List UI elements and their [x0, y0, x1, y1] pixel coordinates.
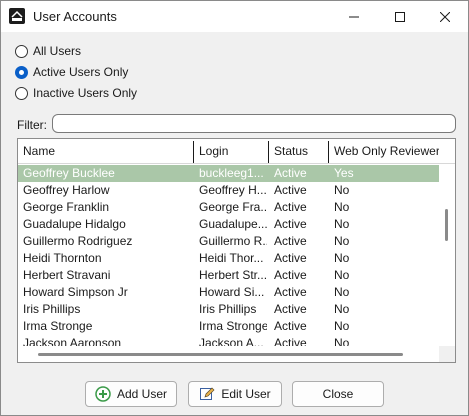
cell-login: Heidi Thor...: [199, 251, 264, 265]
users-grid[interactable]: Name Login Status Web Only Reviewer Geof…: [17, 138, 456, 363]
cell-name: Guillermo Rodriguez: [23, 234, 133, 248]
radio-circle[interactable]: [15, 44, 28, 58]
maximize-icon: [395, 11, 405, 22]
cell-web-only-reviewer: No: [334, 234, 350, 248]
grid-header: Name Login Status Web Only Reviewer: [18, 139, 455, 164]
radio-label: Active Users Only: [33, 65, 129, 79]
cell-status: Active: [274, 268, 307, 282]
cell-status: Active: [274, 166, 307, 180]
cell-web-only-reviewer: No: [334, 285, 350, 299]
minimize-button[interactable]: [331, 1, 377, 32]
cell-web-only-reviewer: No: [334, 183, 350, 197]
cell-name: Guadalupe Hidalgo: [23, 217, 126, 231]
cell-name: Herbert Stravani: [23, 268, 111, 282]
cell-status: Active: [274, 251, 307, 265]
cell-status: Active: [274, 234, 307, 248]
cell-login: Irma Stronge: [199, 319, 267, 333]
table-row[interactable]: Herbert Stravani Herbert Str... Active No: [18, 267, 439, 284]
table-row[interactable]: Guillermo Rodriguez Guillermo R... Active N…: [18, 233, 439, 250]
plus-circle-icon: [95, 386, 111, 402]
minimize-icon: [349, 16, 359, 17]
cell-name: Irma Stronge: [23, 319, 93, 333]
cell-name: Howard Simpson Jr: [23, 285, 128, 299]
cell-web-only-reviewer: No: [334, 319, 350, 333]
horizontal-scroll-thumb[interactable]: [38, 353, 403, 356]
cell-status: Active: [274, 285, 307, 299]
user-accounts-window: User Accounts All Users Active Users Onl…: [0, 0, 469, 416]
cell-web-only-reviewer: No: [334, 268, 350, 282]
radio-all-users[interactable]: All Users: [15, 43, 81, 59]
cell-web-only-reviewer: No: [334, 302, 350, 316]
close-label: Close: [322, 387, 354, 401]
app-logo-icon: [9, 8, 25, 24]
title-bar[interactable]: User Accounts: [1, 1, 468, 32]
filter-input[interactable]: [52, 114, 456, 133]
cell-login: George Fra...: [199, 200, 267, 214]
radio-label: All Users: [33, 44, 82, 58]
radio-inactive-users-only[interactable]: Inactive Users Only: [15, 85, 137, 101]
vertical-scrollbar[interactable]: [439, 165, 455, 345]
cell-login: Herbert Str...: [199, 268, 267, 282]
cell-name: George Franklin: [23, 200, 110, 214]
edit-user-button[interactable]: Edit User: [188, 381, 282, 407]
window-title: User Accounts: [33, 9, 117, 24]
cell-status: Active: [274, 319, 307, 333]
cell-name: Geoffrey Bucklee: [23, 166, 115, 180]
radio-label: Inactive Users Only: [33, 86, 138, 100]
cell-web-only-reviewer: Yes: [334, 166, 354, 180]
cell-status: Active: [274, 217, 307, 231]
grid-rows: Geoffrey Bucklee buckleeg1... Active Yes Geo…: [18, 165, 439, 352]
cell-login: Iris Phillips: [199, 302, 257, 316]
vertical-scroll-thumb[interactable]: [445, 209, 448, 241]
cell-status: Active: [274, 183, 307, 197]
cell-status: Active: [274, 200, 307, 214]
column-header-login[interactable]: Login: [194, 139, 267, 164]
cell-web-only-reviewer: No: [334, 200, 350, 214]
cell-login: Guadalupe...: [199, 217, 267, 231]
cell-login: Geoffrey H...: [199, 183, 267, 197]
pencil-icon: [199, 386, 215, 402]
table-row[interactable]: Iris Phillips Iris Phillips Active No: [18, 301, 439, 318]
add-user-label: Add User: [116, 387, 168, 401]
close-window-button[interactable]: [422, 1, 468, 32]
maximize-button[interactable]: [377, 1, 423, 32]
table-row[interactable]: George Franklin George Fra... Active No: [18, 199, 439, 216]
table-row[interactable]: Heidi Thornton Heidi Thor... Active No: [18, 250, 439, 267]
radio-active-users-only[interactable]: Active Users Only: [15, 64, 128, 80]
cell-status: Active: [274, 302, 307, 316]
table-row[interactable]: Howard Simpson Jr Howard Si... Active No: [18, 284, 439, 301]
cell-name: Geoffrey Harlow: [23, 183, 110, 197]
table-row[interactable]: Guadalupe Hidalgo Guadalupe... Active No: [18, 216, 439, 233]
scrollbar-corner: [439, 346, 455, 362]
table-row[interactable]: Geoffrey Harlow Geoffrey H... Active No: [18, 182, 439, 199]
radio-circle[interactable]: [15, 65, 28, 79]
cell-name: Heidi Thornton: [23, 251, 102, 265]
cell-name: Iris Phillips: [23, 302, 81, 316]
cell-login: Howard Si...: [199, 285, 265, 299]
cell-web-only-reviewer: No: [334, 217, 350, 231]
add-user-button[interactable]: Add User: [85, 381, 177, 407]
close-icon: [440, 11, 450, 22]
table-row[interactable]: Irma Stronge Irma Stronge Active No: [18, 318, 439, 335]
horizontal-scrollbar[interactable]: [18, 346, 439, 362]
filter-label: Filter:: [17, 118, 47, 132]
edit-user-label: Edit User: [221, 387, 271, 401]
radio-circle[interactable]: [15, 86, 28, 100]
column-header-web-only-reviewer[interactable]: Web Only Reviewer: [329, 139, 439, 164]
close-button[interactable]: Close: [292, 381, 384, 407]
table-row[interactable]: Geoffrey Bucklee buckleeg1... Active Yes: [18, 165, 439, 182]
cell-web-only-reviewer: No: [334, 251, 350, 265]
column-header-name[interactable]: Name: [18, 139, 193, 164]
column-header-status[interactable]: Status: [269, 139, 329, 164]
cell-login: buckleeg1...: [199, 166, 264, 180]
cell-login: Guillermo R...: [199, 234, 267, 248]
